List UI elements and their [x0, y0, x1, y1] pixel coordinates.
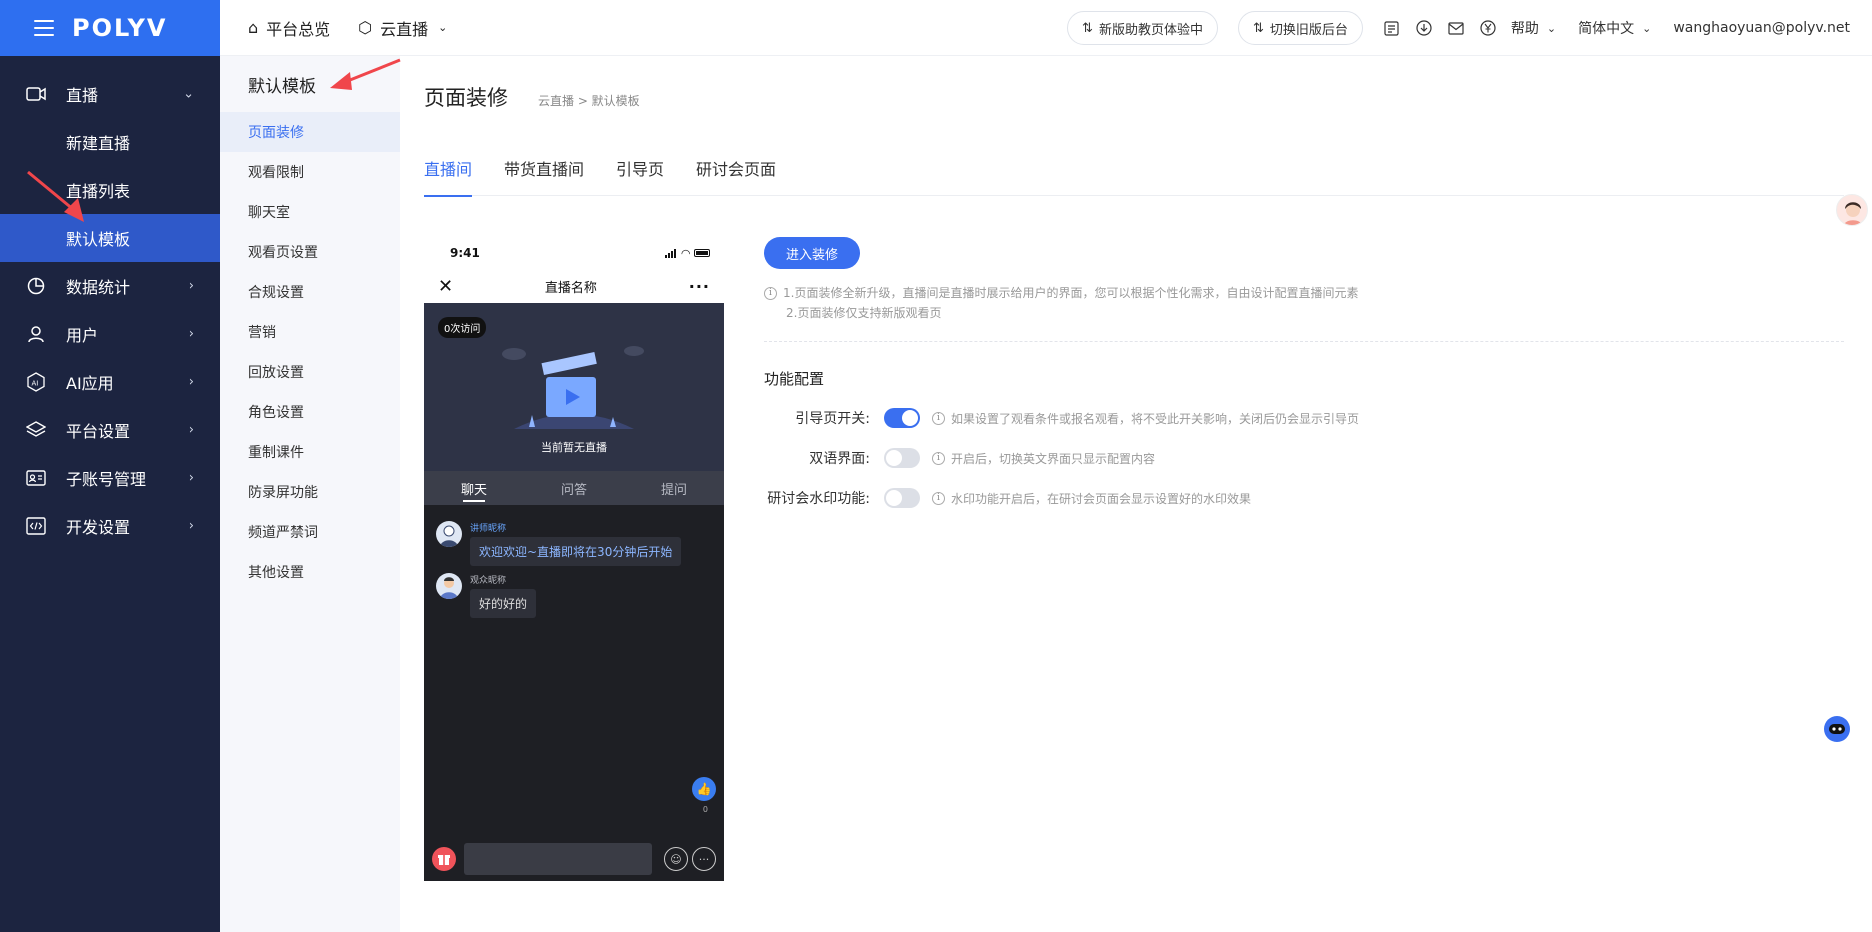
annotation-arrows — [27, 58, 401, 222]
